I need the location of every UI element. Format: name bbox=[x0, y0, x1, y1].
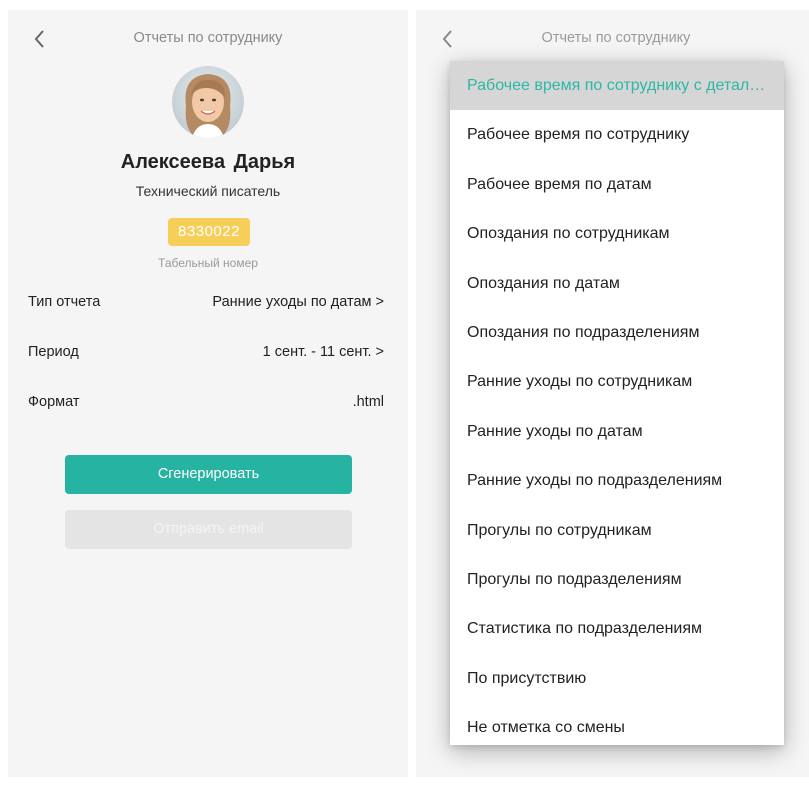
dropdown-item[interactable]: Опоздания по сотрудникам bbox=[450, 209, 784, 258]
send-email-button[interactable]: Отправить email bbox=[65, 510, 352, 549]
report-type-dropdown: Рабочее время по сотруднику с детализаци… bbox=[450, 61, 784, 745]
dropdown-item[interactable]: Ранние уходы по сотрудникам bbox=[450, 357, 784, 406]
format-row[interactable]: Формат .html bbox=[28, 391, 384, 413]
dropdown-item[interactable]: Ранние уходы по датам bbox=[450, 407, 784, 456]
report-settings-screen: Отчеты по сотруднику Алексеева Дарья Тех… bbox=[8, 10, 408, 777]
dropdown-item[interactable]: Рабочее время по сотруднику с детализаци… bbox=[450, 61, 784, 111]
dropdown-item[interactable]: Не отметка со смены bbox=[450, 703, 784, 752]
page-title: Отчеты по сотруднику bbox=[133, 30, 283, 46]
dropdown-item[interactable]: Опоздания по подразделениям bbox=[450, 308, 784, 357]
employee-number-caption: Табельный номер bbox=[158, 256, 258, 270]
top-bar: Отчеты по сотруднику bbox=[8, 10, 408, 68]
dropdown-item[interactable]: Прогулы по подразделениям bbox=[450, 555, 784, 604]
format-label: Формат bbox=[28, 394, 80, 410]
period-label: Период bbox=[28, 344, 79, 360]
report-type-value[interactable]: Ранние уходы по датам > bbox=[212, 294, 384, 310]
dropdown-item[interactable]: По присутствию bbox=[450, 654, 784, 703]
employee-number-badge: 8330022 bbox=[168, 218, 250, 246]
employee-name: Алексеева Дарья bbox=[120, 151, 296, 173]
dropdown-item[interactable]: Ранние уходы по подразделениям bbox=[450, 456, 784, 505]
dropdown-item[interactable]: Рабочее время по сотруднику bbox=[450, 110, 784, 159]
employee-position: Технический писатель bbox=[135, 183, 281, 199]
period-row[interactable]: Период 1 сент. - 11 сент. > bbox=[28, 341, 384, 363]
page-title: Отчеты по сотруднику bbox=[541, 30, 691, 46]
dropdown-item[interactable]: Статистика по подразделениям bbox=[450, 604, 784, 653]
dropdown-item[interactable]: Рабочее время по датам bbox=[450, 160, 784, 209]
period-value[interactable]: 1 сент. - 11 сент. > bbox=[263, 344, 384, 360]
dropdown-item[interactable]: Прогулы по сотрудникам bbox=[450, 506, 784, 555]
report-type-label: Тип отчета bbox=[28, 294, 101, 310]
report-type-row[interactable]: Тип отчета Ранние уходы по датам > bbox=[28, 291, 384, 313]
top-bar: Отчеты по сотруднику bbox=[416, 10, 809, 68]
dropdown-item[interactable]: Опоздания по датам bbox=[450, 259, 784, 308]
generate-button[interactable]: Сгенерировать bbox=[65, 455, 352, 494]
avatar bbox=[172, 66, 244, 138]
report-type-picker-screen: Отчеты по сотруднику Рабочее время по со… bbox=[416, 10, 809, 777]
format-value[interactable]: .html bbox=[353, 394, 384, 410]
